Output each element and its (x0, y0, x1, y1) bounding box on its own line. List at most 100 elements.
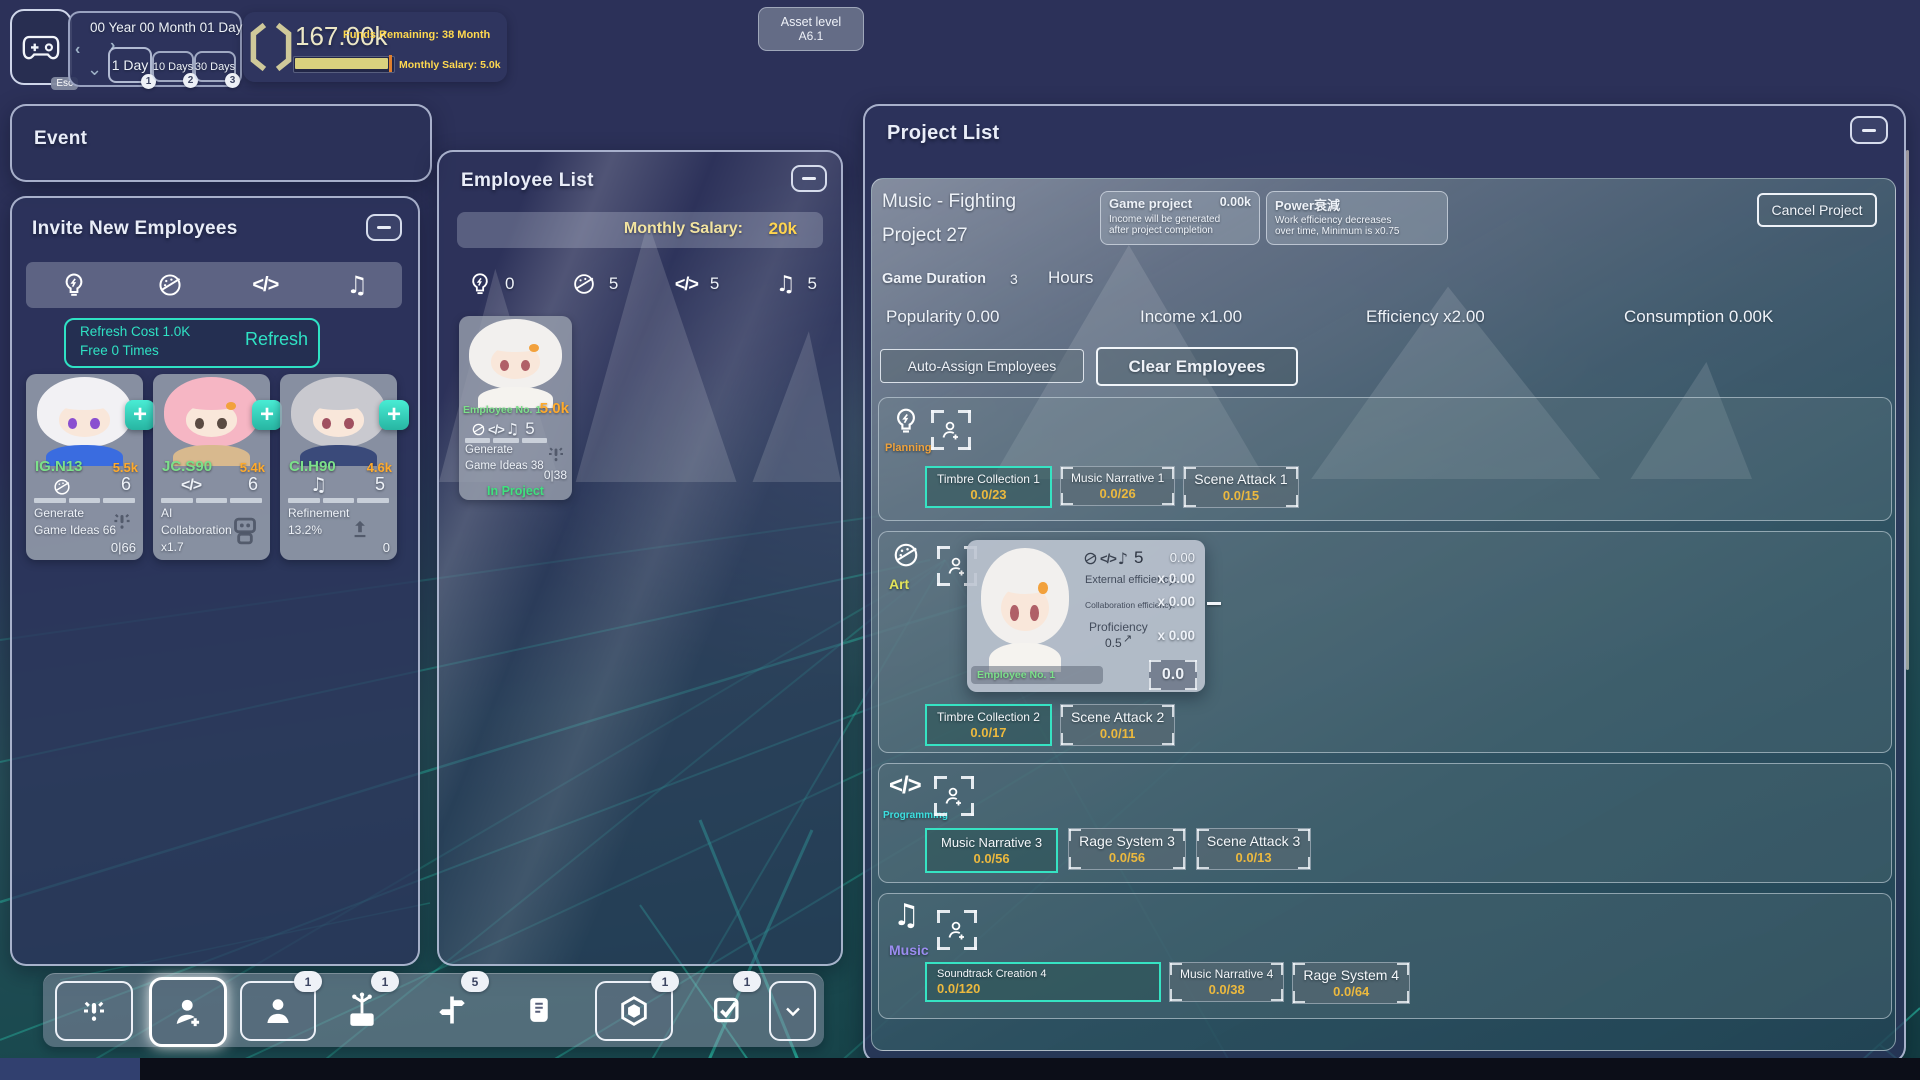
task-label: Scene Attack 1 (1194, 471, 1287, 487)
candidate-card-3[interactable]: + CI.H90 4.6k ♫ 5 Refinement 13.2% 0 (280, 374, 397, 560)
slider-tick[interactable] (1207, 602, 1221, 605)
section-label-music: Music (889, 942, 929, 958)
planning-icon[interactable] (60, 271, 88, 299)
stat-planning-count: 0 (505, 274, 514, 294)
detail-total-box: 0.0 (1149, 660, 1197, 690)
task-chip[interactable]: Soundtrack Creation 4 0.0/120 (925, 962, 1161, 1002)
candidate-progress: 0|66 (111, 540, 136, 555)
advance-30days-button[interactable]: 30 Days 3 (194, 51, 236, 82)
detail-employee-name: Employee No. 1 (977, 669, 1055, 681)
task-chip[interactable]: Scene Attack 1 0.0/15 (1183, 466, 1298, 508)
candidate-card-2[interactable]: + JC.S90 5.4k </> 6 AI Collaboration x1.… (153, 374, 270, 560)
employee-detail-card[interactable]: </> ♪ 5 0.00 External efficiency: x 0.00… (967, 540, 1205, 692)
task-chip[interactable]: Music Narrative 1 0.0/26 (1060, 466, 1175, 506)
candidate-skill-line1: Generate (34, 506, 84, 520)
employee-list-minimize-button[interactable] (791, 165, 827, 192)
refresh-button[interactable]: Refresh (245, 329, 308, 350)
art-icon (1083, 551, 1098, 566)
milestones-button[interactable]: 5 (421, 983, 483, 1037)
invite-plus-button[interactable]: + (379, 400, 409, 430)
programming-icon: </> (675, 274, 698, 295)
chevron-down-icon[interactable]: ⌄ (87, 59, 102, 80)
tech-tree-button[interactable]: 1 (331, 983, 393, 1037)
employee-card[interactable]: Employee No. 1 5.0k </> ♫ 5 Generate Gam… (459, 316, 572, 500)
events-button[interactable] (55, 981, 133, 1041)
task-chip[interactable]: Timbre Collection 2 0.0/17 (925, 704, 1052, 746)
person-icon (261, 994, 295, 1028)
monthly-salary-label: Monthly Salary: 5.0k (399, 59, 501, 71)
candidate-name: IG.N13 (35, 458, 83, 475)
advance-1day-button[interactable]: 1 Day 1 (108, 47, 152, 83)
cancel-project-label: Cancel Project (1771, 202, 1862, 218)
art-icon (891, 540, 921, 570)
task-label: Timbre Collection 1 (937, 472, 1040, 486)
planning-icon (467, 271, 493, 297)
task-chip[interactable]: Timbre Collection 1 0.0/23 (925, 466, 1052, 508)
advance-10days-button[interactable]: 10 Days 2 (152, 51, 194, 82)
employee-list-title: Employee List (461, 170, 594, 192)
employee-skill-line2: Game Ideas 38 (465, 460, 544, 472)
employee-list-button[interactable]: 1 (240, 981, 316, 1041)
task-chip[interactable]: Music Narrative 3 0.0/56 (925, 828, 1058, 873)
task-chip[interactable]: Rage System 4 0.0/64 (1292, 962, 1410, 1004)
stat-efficiency: Efficiency x2.00 (1366, 307, 1485, 327)
candidate-skill-line2: 13.2% (288, 523, 322, 537)
auto-assign-button[interactable]: Auto-Assign Employees (880, 349, 1084, 383)
cancel-project-button[interactable]: Cancel Project (1757, 193, 1877, 227)
employee-skill-line1: Generate (465, 444, 513, 456)
power-decay-info-box: Power衰減 Work efficiency decreases over t… (1266, 191, 1448, 245)
asset-level-label: Asset level (781, 15, 841, 29)
bottom-bar-accent (0, 1058, 140, 1080)
collapse-toolbar-button[interactable] (769, 981, 816, 1041)
tasks-button[interactable]: 1 (701, 985, 753, 1035)
person-add-icon (945, 554, 969, 578)
task-chip[interactable]: Scene Attack 2 0.0/11 (1060, 704, 1175, 746)
stat-segment-bar (34, 498, 135, 503)
task-label: Rage System 3 (1079, 833, 1175, 849)
programming-icon: </> (181, 477, 201, 495)
refresh-cost-text: Refresh Cost 1.0K (80, 324, 190, 339)
modules-button[interactable]: 1 (595, 981, 673, 1041)
assign-employee-slot[interactable] (931, 410, 971, 450)
candidate-card-1[interactable]: + IG.N13 5.5k 6 Generate Game Ideas 66 0… (26, 374, 143, 560)
upgrade-arrow-icon (347, 516, 373, 542)
income-box-desc1: Income will be generated (1109, 214, 1251, 225)
art-icon[interactable] (156, 271, 184, 299)
project-list-minimize-button[interactable] (1850, 116, 1888, 144)
task-label: Timbre Collection 2 (937, 710, 1040, 724)
hire-employees-button[interactable] (149, 977, 227, 1047)
funds-progress-fill (295, 58, 388, 69)
clear-employees-button[interactable]: Clear Employees (1096, 347, 1298, 386)
funds-remaining: Funds Remaining: 38 Month (343, 29, 490, 41)
task-chip[interactable]: Scene Attack 3 0.0/13 (1196, 828, 1311, 870)
assign-employee-slot[interactable] (937, 910, 977, 950)
menu-button[interactable]: Esc (10, 9, 72, 85)
invite-category-bar: </> ♫ (26, 262, 402, 308)
prev-day-icon[interactable]: ‹ (75, 41, 80, 59)
task-chip[interactable]: Rage System 3 0.0/56 (1068, 828, 1186, 870)
stat-programming-count: 5 (710, 274, 719, 294)
section-label-art: Art (889, 576, 909, 592)
stat-music-count: 5 (808, 274, 817, 294)
stat-segment-bar (465, 438, 547, 443)
log-button[interactable] (517, 985, 561, 1035)
person-add-icon (170, 994, 206, 1030)
candidate-skill-line3: x1.7 (161, 540, 184, 554)
assign-employee-slot[interactable] (934, 776, 974, 816)
music-icon[interactable]: ♫ (346, 271, 368, 299)
bottom-toolbar: 1 1 5 1 1 (43, 973, 824, 1047)
task-chip[interactable]: Music Narrative 4 0.0/38 (1169, 962, 1284, 1002)
programming-icon[interactable]: </> (252, 274, 278, 297)
salary-summary-bar: Monthly Salary: 20k (457, 212, 823, 248)
invite-plus-button[interactable]: + (125, 400, 155, 430)
invite-minimize-button[interactable] (366, 214, 402, 241)
invite-plus-button[interactable]: + (252, 400, 282, 430)
duration-unit: Hours (1048, 268, 1093, 288)
salary-summary-label: Monthly Salary: (624, 220, 743, 238)
clear-employees-label: Clear Employees (1128, 357, 1265, 377)
candidate-salary: 4.6k (367, 460, 392, 475)
trend-arrow-icon: ↗ (1123, 632, 1132, 645)
duration-label: Game Duration (882, 271, 986, 287)
tech-device-icon (342, 990, 382, 1030)
duration-value[interactable]: 3 (1010, 271, 1018, 287)
